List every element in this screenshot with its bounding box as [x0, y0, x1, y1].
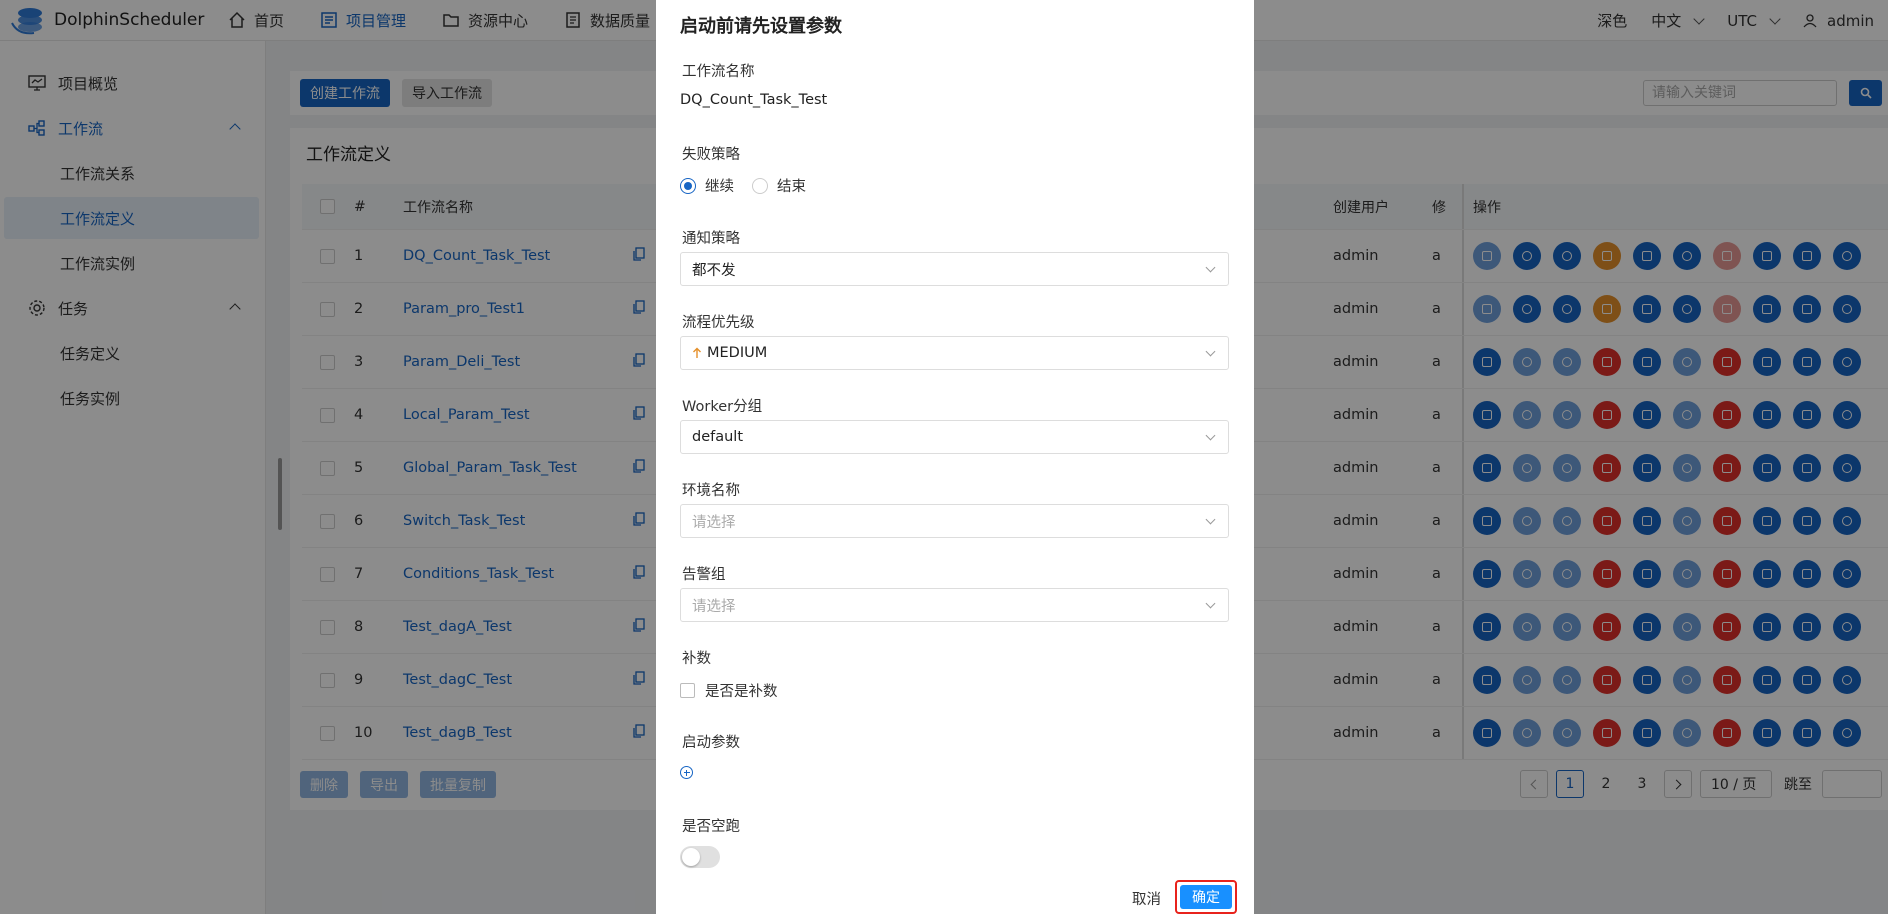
ok-button-highlight: 确定: [1175, 880, 1237, 914]
environment-select[interactable]: 请选择: [680, 504, 1229, 538]
worker-group-value: default: [692, 429, 744, 445]
chevron-down-icon: [1205, 430, 1216, 441]
chevron-down-icon: [1205, 346, 1216, 357]
complement-label: 补数: [682, 651, 711, 667]
failure-strategy-label: 失败策略: [682, 147, 740, 163]
arrow-up-icon: [693, 347, 701, 358]
start-params-modal: 启动前请先设置参数 工作流名称 DQ_Count_Task_Test 失败策略 …: [656, 0, 1254, 914]
radio-unchecked-icon: [752, 177, 768, 194]
environment-placeholder: 请选择: [692, 514, 736, 531]
modal-title: 启动前请先设置参数: [680, 16, 842, 37]
notify-strategy-label: 通知策略: [682, 231, 740, 247]
complement-checkbox-label: 是否是补数: [705, 684, 778, 700]
alert-group-placeholder: 请选择: [692, 598, 736, 615]
radio-checked-icon: [680, 177, 696, 194]
priority-label: 流程优先级: [682, 315, 755, 331]
workflow-name-value: DQ_Count_Task_Test: [680, 92, 828, 108]
dry-run-switch[interactable]: [680, 846, 720, 868]
chevron-down-icon: [1205, 598, 1216, 609]
chevron-down-icon: [1205, 262, 1216, 273]
worker-group-label: Worker分组: [682, 399, 763, 415]
failure-end-label: 结束: [777, 179, 806, 195]
chevron-down-icon: [1205, 514, 1216, 525]
alert-group-select[interactable]: 请选择: [680, 588, 1229, 622]
environment-label: 环境名称: [682, 483, 740, 499]
failure-continue-radio[interactable]: 继续: [680, 175, 734, 196]
confirm-button[interactable]: 确定: [1180, 885, 1232, 909]
alert-group-label: 告警组: [682, 567, 726, 583]
cancel-button[interactable]: 取消: [1132, 888, 1161, 909]
add-param-plus-icon[interactable]: [680, 766, 693, 779]
dry-run-label: 是否空跑: [682, 819, 740, 835]
worker-group-select[interactable]: default: [680, 420, 1229, 454]
failure-end-radio[interactable]: 结束: [752, 175, 806, 196]
workflow-name-label: 工作流名称: [682, 64, 755, 80]
complement-checkbox[interactable]: 是否是补数: [680, 680, 778, 701]
failure-continue-label: 继续: [705, 179, 734, 195]
notify-strategy-value: 都不发: [692, 262, 736, 279]
checkbox-icon: [680, 683, 695, 698]
priority-select[interactable]: MEDIUM: [680, 336, 1229, 370]
startup-params-label: 启动参数: [682, 735, 740, 751]
priority-value: MEDIUM: [707, 345, 768, 361]
notify-strategy-select[interactable]: 都不发: [680, 252, 1229, 286]
